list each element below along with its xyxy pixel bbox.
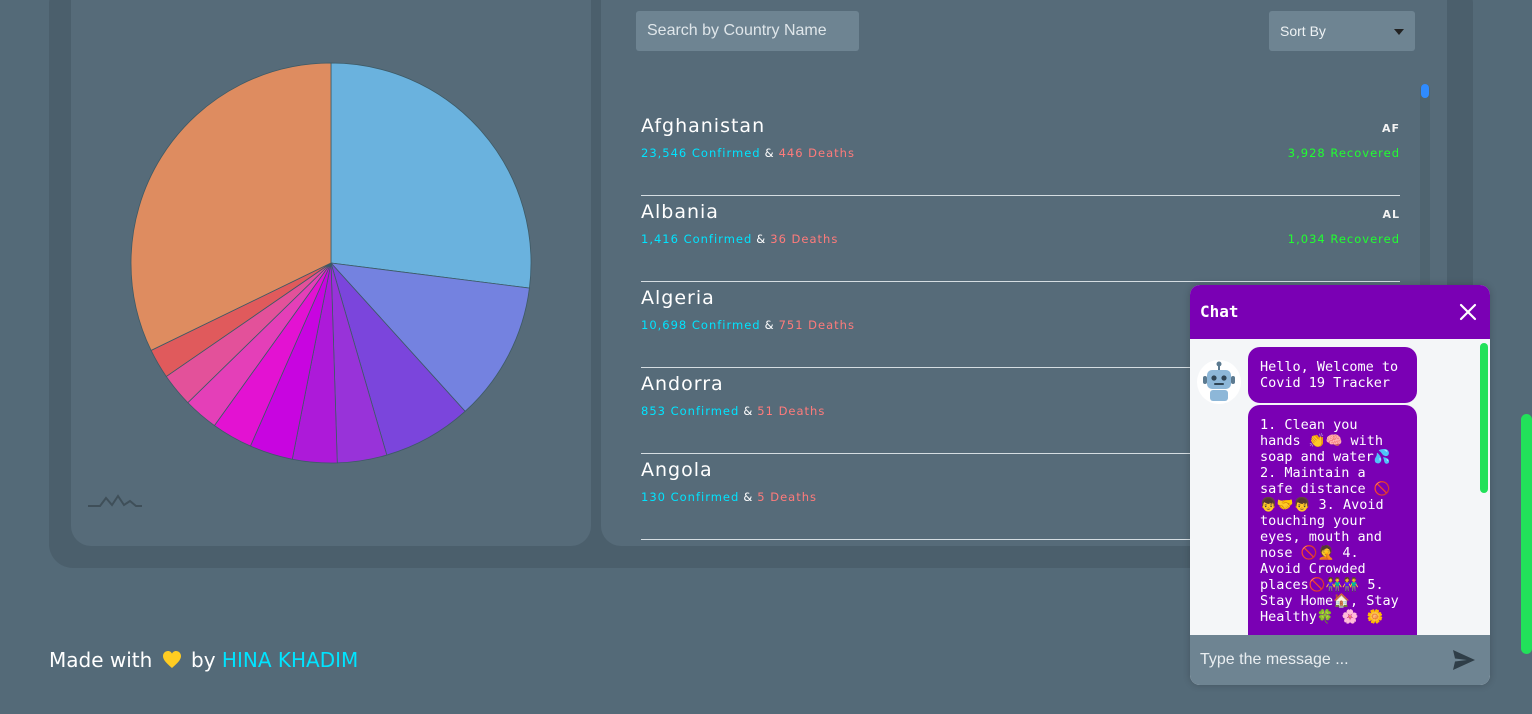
chevron-down-icon: [1394, 29, 1404, 35]
chat-scrollbar-thumb[interactable]: [1480, 343, 1488, 493]
chat-message-input[interactable]: [1190, 635, 1440, 685]
deaths-count: 36 Deaths: [770, 232, 839, 246]
search-input[interactable]: [636, 11, 859, 51]
country-item[interactable]: Afghanistan AF 23,546 Confirmed & 446 Deat…: [641, 110, 1400, 196]
bot-message: Hello, Welcome to Covid 19 Tracker: [1248, 347, 1417, 403]
deaths-count: 5 Deaths: [757, 490, 818, 504]
stats-separator: &: [756, 232, 767, 246]
country-code: AF: [1381, 122, 1400, 135]
confirmed-count: 853 Confirmed: [641, 404, 740, 418]
deaths-count: 446 Deaths: [778, 146, 855, 160]
stats-separator: &: [764, 318, 775, 332]
send-icon[interactable]: [1452, 649, 1476, 671]
chat-title: Chat: [1200, 302, 1239, 321]
page-scrollbar-thumb[interactable]: [1521, 414, 1532, 654]
confirmed-count: 23,546 Confirmed: [641, 146, 761, 160]
country-stats: 853 Confirmed & 51 Deaths: [641, 404, 825, 418]
chat-header: Chat: [1190, 285, 1490, 339]
country-stats: 130 Confirmed & 5 Deaths: [641, 490, 817, 504]
confirmed-count: 1,416 Confirmed: [641, 232, 753, 246]
country-code: AL: [1382, 208, 1400, 221]
country-stats: 23,546 Confirmed & 446 Deaths: [641, 146, 855, 160]
wave-logo-icon: [88, 494, 142, 507]
yellow-heart-icon: [162, 651, 181, 668]
close-icon[interactable]: [1458, 299, 1478, 323]
country-name: Andorra: [641, 373, 724, 395]
recovered-count: 3,928 Recovered: [1287, 146, 1400, 160]
author-link[interactable]: HINA KHADIM: [222, 648, 358, 672]
footer-by: by: [191, 648, 216, 672]
confirmed-count: 130 Confirmed: [641, 490, 740, 504]
pie-slice[interactable]: [330, 62, 532, 289]
chat-messages[interactable]: Hello, Welcome to Covid 19 Tracker 1. Cl…: [1190, 339, 1490, 635]
footer-prefix: Made with: [49, 648, 153, 672]
country-name: Albania: [641, 201, 719, 223]
deaths-count: 51 Deaths: [757, 404, 826, 418]
chat-window: Chat Hello, Welcome to Covid 19 Tracker …: [1190, 285, 1490, 685]
footer-credit: Made with by HINA KHADIM: [49, 648, 358, 672]
deaths-count: 751 Deaths: [778, 318, 855, 332]
country-stats: 1,416 Confirmed & 36 Deaths: [641, 232, 838, 246]
country-name: Algeria: [641, 287, 715, 309]
recovered-count: 1,034 Recovered: [1287, 232, 1400, 246]
stats-separator: &: [743, 404, 754, 418]
cases-pie-chart: [130, 62, 532, 464]
chat-input-bar: [1190, 635, 1490, 685]
bot-avatar-icon: [1197, 360, 1241, 404]
stats-separator: &: [764, 146, 775, 160]
sort-selected-value: Sort By: [1280, 23, 1326, 39]
confirmed-count: 10,698 Confirmed: [641, 318, 761, 332]
bot-message: 1. Clean you hands 👏🧠 with soap and wate…: [1248, 405, 1417, 635]
stats-separator: &: [743, 490, 754, 504]
country-stats: 10,698 Confirmed & 751 Deaths: [641, 318, 855, 332]
country-name: Angola: [641, 459, 713, 481]
country-name: Afghanistan: [641, 115, 766, 137]
list-scrollbar-thumb[interactable]: [1421, 84, 1429, 98]
country-item[interactable]: Albania AL 1,416 Confirmed & 36 Deaths 1,0…: [641, 196, 1400, 282]
sort-dropdown[interactable]: Sort By: [1269, 11, 1415, 51]
